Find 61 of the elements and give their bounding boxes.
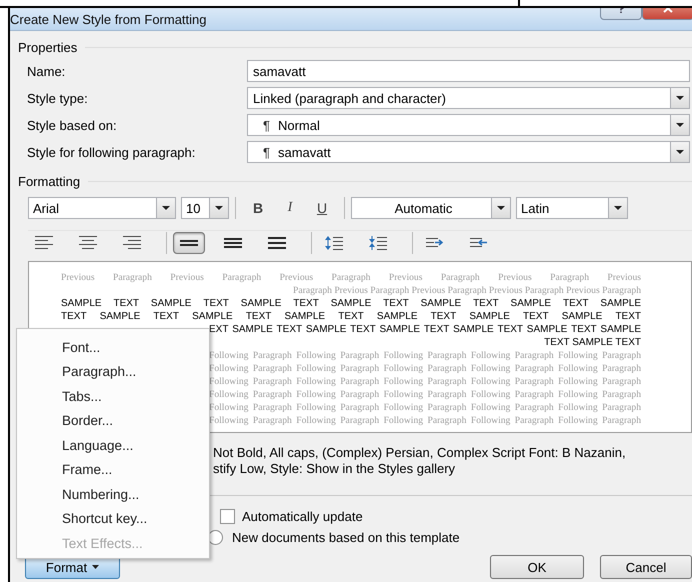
section-heading: Properties (18, 40, 78, 54)
field-label: Style for following paragraph: (26, 144, 196, 160)
caret-icon (675, 95, 685, 101)
align-icon (35, 236, 53, 250)
menu-item[interactable]: Border... (17, 408, 209, 433)
ok-button[interactable]: OK (490, 555, 584, 579)
line-spacing-icon (224, 236, 242, 250)
menu-item[interactable]: Tabs... (17, 384, 209, 408)
menu-item[interactable]: Font... (17, 335, 209, 360)
input-field[interactable]: samavatt (247, 60, 690, 82)
caret-icon (161, 205, 171, 211)
preview-text: Paragraph Previous Paragraph Previous Paragraph Previous Paragraph Previous Paragraph (293, 285, 641, 296)
window-title: Create New Style from Formatting (10, 12, 207, 26)
caret-icon (675, 149, 685, 155)
dropdown-button[interactable] (608, 198, 627, 218)
field-label: Name: (26, 64, 66, 78)
line-spacing-button[interactable] (173, 232, 205, 254)
dropdown-button[interactable] (670, 115, 689, 135)
paragraph-mark: ¶ (263, 118, 270, 132)
spacing-icon (369, 236, 387, 250)
dropdown-button[interactable] (209, 198, 228, 218)
italic-button[interactable]: I (274, 197, 306, 219)
dropdown-value[interactable]: samavatt (278, 144, 670, 160)
indent-icon (470, 236, 488, 250)
sample-text: SAMPLE TEXT SAMPLE TEXT SAMPLE TEXT SAMPLE TEXT SAMPLE TEXT SAMPLE TEXT SAMPLE (61, 297, 641, 310)
field-label: Style based on: (26, 118, 118, 132)
sample-text: TEXT SAMPLE TEXT (544, 337, 641, 348)
checkbox-label: Automatically update (242, 508, 363, 524)
caret-icon (675, 122, 685, 128)
menu-item[interactable]: Frame... (17, 458, 209, 482)
dropdown-value[interactable]: Normal (278, 118, 670, 132)
menu-item[interactable]: Language... (17, 433, 209, 458)
paragraph-mark: ¶ (263, 144, 270, 160)
caret-icon (613, 205, 623, 211)
caret-icon (214, 205, 224, 211)
style-description: Not Bold, All caps, (Complex) Persian, Complex Script Font: B Nazanin, (213, 445, 626, 460)
dropdown-button[interactable] (491, 198, 510, 218)
menu-item[interactable]: Numbering... (17, 482, 209, 506)
indent-icon (426, 236, 444, 250)
align-icon (79, 236, 97, 250)
style-description: stify Low, Style: Show in the Styles gallery (213, 461, 456, 476)
caret-icon (496, 205, 506, 211)
preview-text: Previous Paragraph Previous Paragraph Previous Paragraph Previous Paragraph Previous Paragraph Previous (61, 271, 641, 284)
align-icon (123, 236, 141, 250)
caret-icon (92, 565, 100, 569)
radio-label: New documents based on this template (232, 530, 460, 544)
line-spacing-icon (268, 236, 286, 250)
checkbox[interactable] (220, 508, 235, 524)
cancel-button[interactable]: Cancel (600, 555, 692, 579)
menu-item[interactable]: Shortcut key... (17, 506, 209, 531)
section-heading: Formatting (18, 174, 80, 188)
menu-item[interactable]: Paragraph... (17, 360, 209, 384)
field-label: Style type: (26, 90, 89, 106)
dropdown-button[interactable] (670, 142, 689, 162)
sample-text: TEXT SAMPLE TEXT SAMPLE TEXT SAMPLE TEXT SAMPLE TEXT SAMPLE TEXT SAMPLE TEXT (61, 310, 641, 323)
bold-button[interactable]: B (242, 197, 274, 219)
dropdown-button[interactable] (156, 198, 175, 218)
underline-button[interactable]: U (306, 197, 338, 219)
spacing-icon (325, 236, 343, 250)
dropdown-button[interactable] (670, 88, 689, 108)
sample-text: EXT SAMPLE TEXT SAMPLE TEXT SAMPLE TEXT SAMPLE TEXT SAMPLE TEXT SAMPLE (209, 323, 641, 336)
